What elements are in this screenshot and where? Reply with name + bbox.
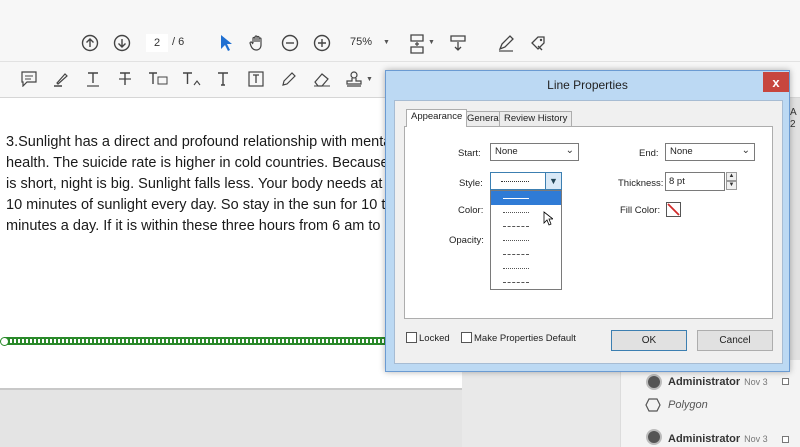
locked-label: Locked bbox=[419, 333, 450, 344]
hand-icon[interactable] bbox=[247, 33, 267, 53]
arrow-up-circle-icon[interactable] bbox=[80, 33, 100, 53]
eraser-icon[interactable] bbox=[312, 70, 332, 88]
top-toolbar: 2 / 6 75% ▼ ▼ bbox=[0, 0, 800, 62]
make-default-label: Make Properties Default bbox=[474, 333, 576, 344]
comment-header[interactable]: Administrator Nov 3 bbox=[668, 433, 768, 445]
start-label: Start: bbox=[458, 148, 481, 159]
comment-checkbox[interactable] bbox=[782, 436, 789, 443]
page-number-input[interactable]: 2 bbox=[146, 34, 168, 52]
stamp-icon[interactable] bbox=[344, 70, 364, 88]
style-label: Style: bbox=[459, 178, 483, 189]
style-option[interactable] bbox=[491, 191, 561, 205]
fill-color-button[interactable] bbox=[666, 202, 681, 217]
underline-icon[interactable] bbox=[84, 70, 102, 88]
comment-checkbox[interactable] bbox=[782, 378, 789, 385]
text-line: is short, night is big. Sunlight falls l… bbox=[6, 176, 406, 192]
pointer-icon[interactable] bbox=[216, 33, 236, 53]
style-option[interactable] bbox=[491, 233, 561, 247]
comment-author: Administrator bbox=[668, 376, 741, 388]
sign-icon[interactable] bbox=[496, 33, 516, 53]
cancel-button[interactable]: Cancel bbox=[697, 330, 773, 351]
page-total: / 6 bbox=[172, 36, 185, 48]
zoom-in-icon[interactable] bbox=[312, 33, 332, 53]
chevron-up-icon[interactable]: ▲ bbox=[726, 172, 737, 181]
insert-text-icon[interactable] bbox=[182, 70, 202, 88]
dialog-title: Line Properties bbox=[547, 78, 628, 92]
text-icon[interactable] bbox=[214, 70, 232, 88]
chevron-down-icon[interactable]: ▼ bbox=[726, 181, 737, 190]
panel-edge-text: A 2 bbox=[790, 107, 797, 130]
avatar bbox=[646, 429, 662, 445]
start-select[interactable]: None ⌄ bbox=[490, 143, 579, 161]
polygon-icon bbox=[645, 397, 661, 416]
thickness-label: Thickness: bbox=[618, 178, 664, 189]
pencil-icon[interactable] bbox=[280, 70, 298, 88]
text-line: 10 minutes of sunlight every day. So sta… bbox=[6, 197, 406, 213]
fill-sign-icon[interactable] bbox=[528, 33, 548, 53]
highlight-icon[interactable] bbox=[52, 70, 70, 88]
fit-page-icon[interactable] bbox=[407, 33, 427, 55]
locked-checkbox[interactable] bbox=[406, 332, 417, 343]
thickness-input[interactable]: 8 pt bbox=[665, 172, 725, 191]
zoom-level[interactable]: 75% bbox=[350, 36, 372, 48]
stamp-dropdown-icon[interactable]: ▼ bbox=[366, 76, 373, 83]
style-select[interactable]: ▼ bbox=[490, 172, 562, 190]
ok-button[interactable]: OK bbox=[611, 330, 687, 351]
tab-review-history[interactable]: Review History bbox=[499, 111, 573, 126]
page-gap bbox=[0, 390, 462, 447]
tab-appearance[interactable]: Appearance bbox=[406, 109, 468, 127]
comment-date: Nov 3 bbox=[744, 377, 768, 387]
make-default-checkbox[interactable] bbox=[461, 332, 472, 343]
line-handle[interactable] bbox=[0, 337, 9, 346]
chevron-down-icon: ⌄ bbox=[741, 145, 750, 156]
thickness-stepper[interactable]: ▲ ▼ bbox=[726, 172, 737, 191]
text-line: health. The suicide rate is higher in co… bbox=[6, 155, 405, 171]
comment-header[interactable]: Administrator Nov 3 bbox=[668, 376, 768, 388]
style-preview bbox=[501, 181, 529, 182]
replace-text-icon[interactable] bbox=[148, 70, 168, 88]
line-annotation[interactable] bbox=[4, 337, 390, 345]
style-option[interactable] bbox=[491, 261, 561, 275]
style-dropdown-list[interactable] bbox=[490, 190, 562, 290]
comment-date: Nov 3 bbox=[744, 434, 768, 444]
comment-type: Polygon bbox=[668, 399, 708, 411]
zoom-dropdown-icon[interactable]: ▼ bbox=[383, 39, 390, 46]
mouse-cursor-icon bbox=[543, 211, 555, 229]
chevron-down-icon[interactable]: ▼ bbox=[545, 173, 561, 189]
textbox-icon[interactable] bbox=[247, 70, 265, 88]
fill-color-label: Fill Color: bbox=[620, 205, 661, 216]
color-label: Color: bbox=[458, 205, 484, 216]
style-option[interactable] bbox=[491, 275, 561, 289]
text-line: minutes a day. If it is within these thr… bbox=[6, 218, 393, 234]
text-line: 3.Sunlight has a direct and profound rel… bbox=[6, 134, 395, 150]
style-option[interactable] bbox=[491, 247, 561, 261]
fit-dropdown-icon[interactable]: ▼ bbox=[428, 39, 435, 46]
document-text: 3.Sunlight has a direct and profound rel… bbox=[6, 132, 406, 237]
comment-icon[interactable] bbox=[20, 70, 38, 88]
scroll-icon[interactable] bbox=[448, 33, 468, 53]
end-select[interactable]: None ⌄ bbox=[665, 143, 755, 161]
zoom-out-icon[interactable] bbox=[280, 33, 300, 53]
comment-author: Administrator bbox=[668, 433, 741, 445]
strikethrough-icon[interactable] bbox=[116, 70, 134, 88]
arrow-down-circle-icon[interactable] bbox=[112, 33, 132, 53]
chevron-down-icon: ⌄ bbox=[565, 145, 574, 156]
close-button[interactable]: x bbox=[763, 72, 789, 92]
end-label: End: bbox=[639, 148, 659, 159]
avatar bbox=[646, 374, 662, 390]
opacity-label: Opacity: bbox=[449, 235, 484, 246]
